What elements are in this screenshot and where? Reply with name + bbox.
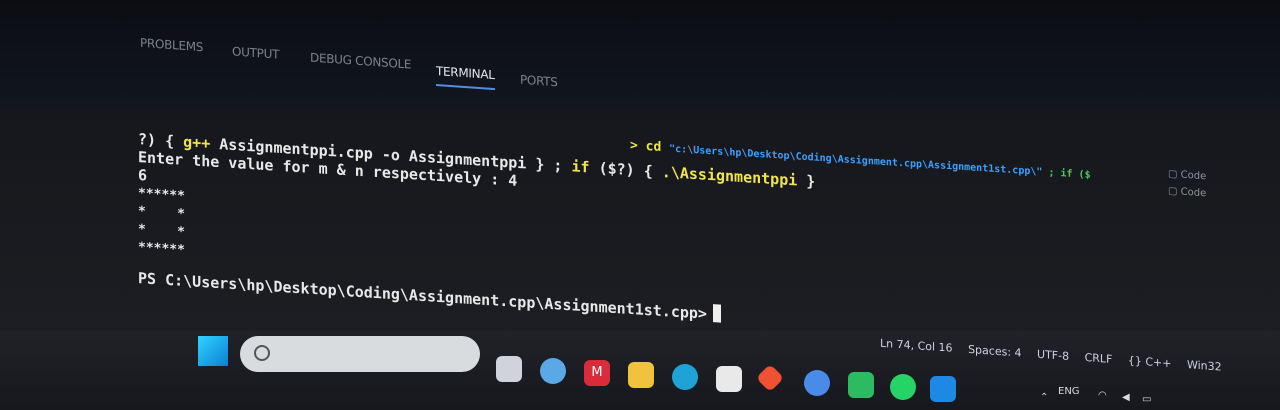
pattern-row: ****** (138, 186, 185, 204)
chat-icon[interactable] (540, 358, 566, 384)
edge-icon[interactable] (672, 364, 698, 390)
terminal-instance-code[interactable]: ▢ Code (1168, 186, 1206, 200)
store-icon[interactable] (716, 366, 742, 392)
pattern-row: * * (138, 204, 185, 222)
battery-icon[interactable]: ▭ (1142, 394, 1151, 405)
tab-problems[interactable]: PROBLEMS (140, 36, 203, 54)
whatsapp-icon[interactable] (890, 374, 916, 400)
encoding[interactable]: UTF-8 (1037, 348, 1069, 363)
mcafee-icon[interactable]: M (584, 360, 610, 386)
terminal-instance-code[interactable]: ▢ Code (1168, 169, 1206, 183)
tab-output[interactable]: OUTPUT (232, 44, 279, 61)
language-mode[interactable]: {} C++ (1128, 354, 1172, 370)
platform[interactable]: Win32 (1187, 358, 1222, 373)
pattern-row: ****** (138, 240, 185, 258)
start-button[interactable] (198, 336, 228, 366)
tab-debug-console[interactable]: DEBUG CONSOLE (310, 50, 411, 71)
tray-chevron-icon[interactable]: ⌃ (1040, 392, 1048, 403)
taskview-icon[interactable] (496, 356, 522, 382)
taskbar-search[interactable] (240, 336, 480, 372)
chrome-icon[interactable] (804, 370, 830, 396)
tab-terminal[interactable]: TERMINAL (436, 64, 495, 82)
terminal-side-actions: ▢ Code ▢ Code (1168, 169, 1206, 206)
cd-command: > cd (630, 138, 662, 155)
tab-ports[interactable]: PORTS (520, 73, 558, 90)
compiler-token: g++ (183, 132, 211, 153)
terminal-line-value: 6 (138, 166, 148, 185)
pattern-row: * * (138, 222, 185, 240)
eol[interactable]: CRLF (1085, 351, 1113, 366)
volume-icon[interactable]: ◀ (1122, 392, 1130, 403)
tray-language[interactable]: ENG (1058, 386, 1080, 397)
drive-icon[interactable] (848, 372, 874, 398)
vscode-icon[interactable] (930, 376, 956, 402)
search-icon (254, 345, 270, 361)
text-cursor (712, 304, 721, 323)
file-explorer-icon[interactable] (628, 362, 654, 388)
indent-setting[interactable]: Spaces: 4 (968, 343, 1021, 360)
wifi-icon[interactable]: ◠ (1098, 390, 1107, 401)
cd-tail: ; if ($ (1042, 166, 1091, 181)
line-end: } (797, 171, 816, 191)
if-keyword: if (571, 157, 590, 177)
